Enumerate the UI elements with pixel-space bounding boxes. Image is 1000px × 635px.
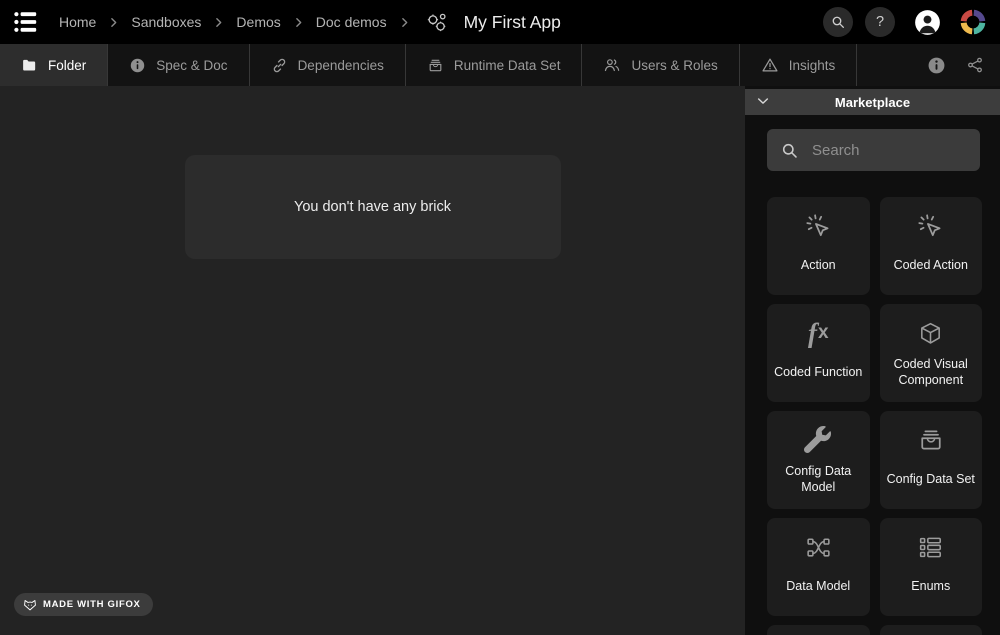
users-icon <box>603 56 621 74</box>
list-icon <box>916 530 945 564</box>
app-gears-icon <box>425 11 448 34</box>
brick-card-label: Enums <box>908 564 953 616</box>
collapse-button[interactable] <box>753 91 773 111</box>
brick-card-label: Config Data Set <box>884 457 978 509</box>
tab-label: Runtime Data Set <box>454 58 561 73</box>
brick-card-partial[interactable] <box>880 625 983 635</box>
topbar: Home Sandboxes Demos Doc demos My First … <box>0 0 1000 44</box>
avatar[interactable] <box>914 9 941 36</box>
cursor-click-icon <box>804 209 833 243</box>
topbar-actions: ? <box>811 7 988 37</box>
app-title: My First App <box>464 12 561 33</box>
brick-card-coded-action[interactable]: Coded Action <box>880 197 983 295</box>
brick-card-data-model[interactable]: Data Model <box>767 518 870 616</box>
brick-card-config-data-set[interactable]: Config Data Set <box>880 411 983 509</box>
empty-state-message: You don't have any brick <box>294 199 451 215</box>
tab-runtime-data-set[interactable]: Runtime Data Set <box>406 44 583 86</box>
search-button[interactable] <box>823 7 853 37</box>
user-avatar-icon <box>914 9 941 36</box>
brick-card-coded-function[interactable]: fx Coded Function <box>767 304 870 402</box>
gifox-badge-label: MADE WITH GIFOX <box>43 599 141 610</box>
brick-card-config-data-model[interactable]: Config Data Model <box>767 411 870 509</box>
folder-icon <box>21 57 38 74</box>
tab-label: Dependencies <box>298 58 384 73</box>
tab-label: Insights <box>789 58 836 73</box>
breadcrumb-home[interactable]: Home <box>59 14 96 30</box>
empty-state: You don't have any brick <box>185 155 561 259</box>
brick-card-label: Action <box>798 243 839 295</box>
tab-bar: Folder Spec & Doc Dependencies Runtime D… <box>0 44 1000 86</box>
menu-button[interactable] <box>8 4 44 40</box>
brick-card-label: Coded Function <box>771 350 865 402</box>
gifox-badge: MADE WITH GIFOX <box>14 593 153 616</box>
brick-card-label: Config Data Model <box>767 457 870 509</box>
chevron-right-icon <box>212 16 225 29</box>
breadcrumb-demos[interactable]: Demos <box>236 14 280 30</box>
cube-icon <box>917 316 944 350</box>
panel-title: Marketplace <box>745 95 1000 110</box>
list-menu-icon <box>13 9 39 35</box>
info-icon <box>927 56 946 75</box>
tabbar-actions <box>907 44 1000 86</box>
brick-card-label: Data Model <box>783 564 853 616</box>
chevron-right-icon <box>292 16 305 29</box>
tab-insights[interactable]: Insights <box>740 44 858 86</box>
tab-folder[interactable]: Folder <box>0 44 108 86</box>
tab-dependencies[interactable]: Dependencies <box>250 44 406 86</box>
tab-spec-doc[interactable]: Spec & Doc <box>108 44 249 86</box>
share-button[interactable] <box>966 56 984 74</box>
brick-card-label: Coded Action <box>891 243 971 295</box>
marketplace-header: Marketplace <box>745 89 1000 115</box>
brand-logo-icon[interactable] <box>958 7 988 37</box>
marketplace-search[interactable] <box>767 129 980 171</box>
chevron-right-icon <box>398 16 411 29</box>
link-icon <box>271 57 288 74</box>
fox-icon <box>23 598 37 612</box>
breadcrumb-doc-demos[interactable]: Doc demos <box>316 14 387 30</box>
wrench-icon <box>804 423 832 457</box>
brick-card-enums[interactable]: Enums <box>880 518 983 616</box>
chevron-right-icon <box>107 16 120 29</box>
main-canvas: You don't have any brick MADE WITH GIFOX <box>0 86 745 635</box>
nodes-icon <box>804 530 833 564</box>
tab-users-roles[interactable]: Users & Roles <box>582 44 739 86</box>
warning-icon <box>761 56 779 74</box>
brick-card-label: Coded Visual Component <box>880 350 983 402</box>
dataset-icon <box>427 57 444 74</box>
brick-grid: Action Coded Action fx Coded Function <box>767 197 982 635</box>
breadcrumb: Home Sandboxes Demos Doc demos My First … <box>59 11 561 34</box>
info-button[interactable] <box>927 56 946 75</box>
search-icon <box>780 141 810 160</box>
tab-label: Users & Roles <box>631 58 717 73</box>
share-icon <box>966 56 984 74</box>
cursor-click-icon <box>916 209 945 243</box>
marketplace-panel: Marketplace <box>745 86 1000 635</box>
brick-card-coded-visual-component[interactable]: Coded Visual Component <box>880 304 983 402</box>
search-container <box>745 115 1000 171</box>
tab-label: Spec & Doc <box>156 58 227 73</box>
info-icon <box>129 57 146 74</box>
brick-card-action[interactable]: Action <box>767 197 870 295</box>
help-button[interactable]: ? <box>865 7 895 37</box>
content-area: You don't have any brick MADE WITH GIFOX… <box>0 86 1000 635</box>
brick-card-partial[interactable] <box>767 625 870 635</box>
dataset-icon <box>917 423 945 457</box>
search-icon <box>830 14 846 30</box>
breadcrumb-sandboxes[interactable]: Sandboxes <box>131 14 201 30</box>
search-input[interactable] <box>810 141 970 160</box>
chevron-down-icon <box>755 93 771 109</box>
function-icon: fx <box>808 316 829 350</box>
tab-label: Folder <box>48 58 86 73</box>
